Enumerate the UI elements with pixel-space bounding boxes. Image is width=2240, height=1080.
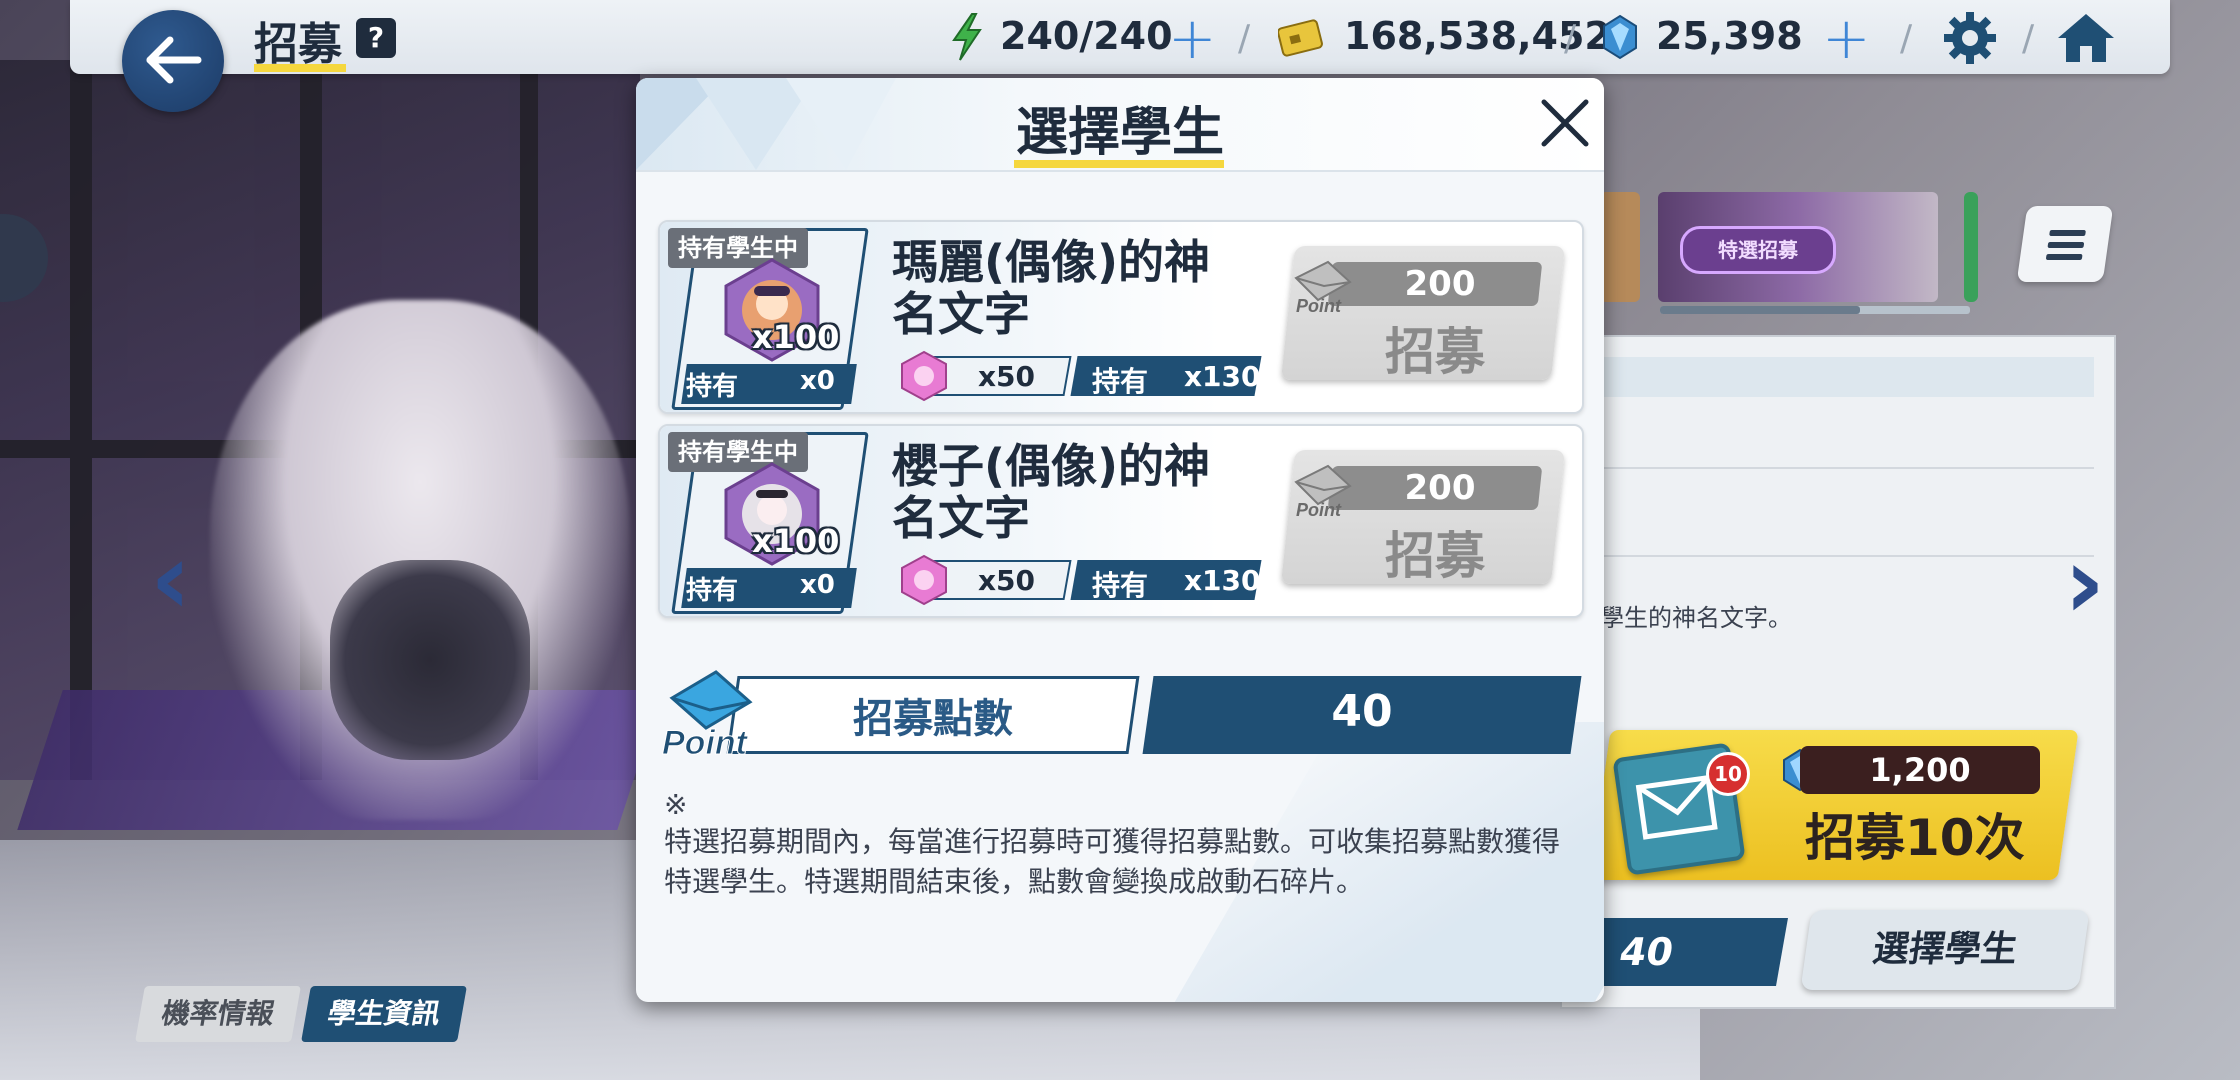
- item-owned-value: x130: [1184, 564, 1261, 597]
- dialog-title: 選擇學生: [1015, 103, 1224, 163]
- item-cost-bar: x50 持有 x130: [901, 350, 1262, 402]
- point-envelope-icon: Point: [1294, 260, 1352, 316]
- recruit-point-cost: 200: [1404, 468, 1476, 508]
- banner-card-current[interactable]: 特選招募: [1658, 192, 1938, 302]
- separator: /: [1238, 18, 1251, 59]
- pyroxene-gem-icon: [1603, 14, 1637, 60]
- banner-label: 特選招募: [1680, 226, 1836, 274]
- separator: /: [2022, 18, 2035, 59]
- recruit-info-panel: [1560, 335, 2116, 1009]
- ten-pull-badge: 10: [1706, 752, 1750, 796]
- next-arrow-icon[interactable]: ›: [2064, 524, 2105, 641]
- owned-label: 持有: [686, 372, 739, 402]
- student-item-name: 櫻子(偶像)的神名文字: [892, 439, 1211, 545]
- recruit-point-cost: 200: [1404, 264, 1476, 304]
- portrait-count: x100: [752, 318, 840, 356]
- ten-pull-label: 招募10次: [1805, 809, 2025, 867]
- owned-value: x0: [800, 366, 835, 396]
- tab-student-info[interactable]: 學生資訊: [301, 986, 467, 1042]
- item-cost: x50: [978, 360, 1036, 393]
- svg-text:Point: Point: [662, 724, 749, 760]
- back-button[interactable]: [122, 10, 224, 112]
- menu-button[interactable]: [2016, 206, 2114, 282]
- point-envelope-icon: Point: [662, 670, 753, 760]
- separator: /: [1564, 18, 1577, 59]
- recruit-button-label: 招募: [1385, 323, 1485, 381]
- stamina-icon: [952, 13, 982, 61]
- item-cost-bar: x50 持有 x130: [901, 554, 1262, 606]
- recruit-points-bar: 招募點數 40 Point: [658, 664, 1582, 774]
- gems-value: 25,398: [1656, 14, 1803, 58]
- credit-card-icon: [1278, 19, 1323, 57]
- banner-card-next[interactable]: [1964, 192, 1978, 302]
- title-underline: [1014, 160, 1224, 168]
- item-owned-label: 持有: [1092, 365, 1149, 398]
- select-student-dialog: 選擇學生 持有學生中 x100 持有 x0 瑪麗(偶像)的神名文字 x50 持有: [636, 78, 1604, 1002]
- tab-rates[interactable]: 機率情報: [135, 986, 301, 1042]
- close-icon[interactable]: [1536, 94, 1594, 152]
- separator: /: [1900, 18, 1913, 59]
- help-button[interactable]: ?: [356, 18, 396, 58]
- title-underline: [254, 64, 346, 72]
- student-option-card: 持有學生中 x100 持有 x0 瑪麗(偶像)的神名文字 x50 持有 x130: [658, 220, 1584, 414]
- owned-value: x0: [800, 570, 835, 600]
- ten-pull-price: 1,200: [1800, 746, 2040, 794]
- student-item-name: 瑪麗(偶像)的神名文字: [892, 235, 1211, 341]
- recruit-points-value: 40: [1331, 686, 1393, 737]
- recruit-button-label: 招募: [1385, 527, 1485, 585]
- recruit-description-fragment: 學生的神名文字。: [1600, 604, 1792, 632]
- background-character-body: [330, 560, 530, 760]
- note-mark: ※: [664, 788, 688, 821]
- home-icon[interactable]: [2056, 10, 2116, 66]
- banner-card-prev[interactable]: [1600, 192, 1640, 302]
- stamina-value: 240/240: [1000, 14, 1173, 58]
- back-arrow-icon: [146, 36, 202, 84]
- gear-icon[interactable]: [1942, 10, 1998, 66]
- portrait-count: x100: [752, 522, 840, 560]
- eleph-item-icon: [901, 350, 947, 402]
- item-owned-label: 持有: [1092, 569, 1149, 602]
- item-owned-value: x130: [1184, 360, 1261, 393]
- gems-add-icon[interactable]: +: [1822, 9, 1871, 67]
- eleph-item-icon: [901, 554, 947, 606]
- point-envelope-icon: Point: [1294, 464, 1352, 520]
- stamina-add-icon[interactable]: +: [1168, 9, 1217, 67]
- item-cost: x50: [978, 564, 1036, 597]
- select-student-button-bg[interactable]: 選擇學生: [1800, 910, 2090, 990]
- owned-label: 持有: [686, 576, 739, 606]
- recruit-points-label: 招募點數: [853, 696, 1013, 742]
- student-option-card: 持有學生中 x100 持有 x0 櫻子(偶像)的神名文字 x50 持有 x130: [658, 424, 1584, 618]
- note-text: 特選招募期間內，每當進行招募時可獲得招募點數。可收集招募點數獲得特選學生。特選期…: [664, 825, 1561, 898]
- prev-arrow-icon[interactable]: ‹: [150, 520, 191, 637]
- page-title: 招募: [254, 19, 342, 70]
- banner-scroll-indicator: [1660, 306, 1970, 314]
